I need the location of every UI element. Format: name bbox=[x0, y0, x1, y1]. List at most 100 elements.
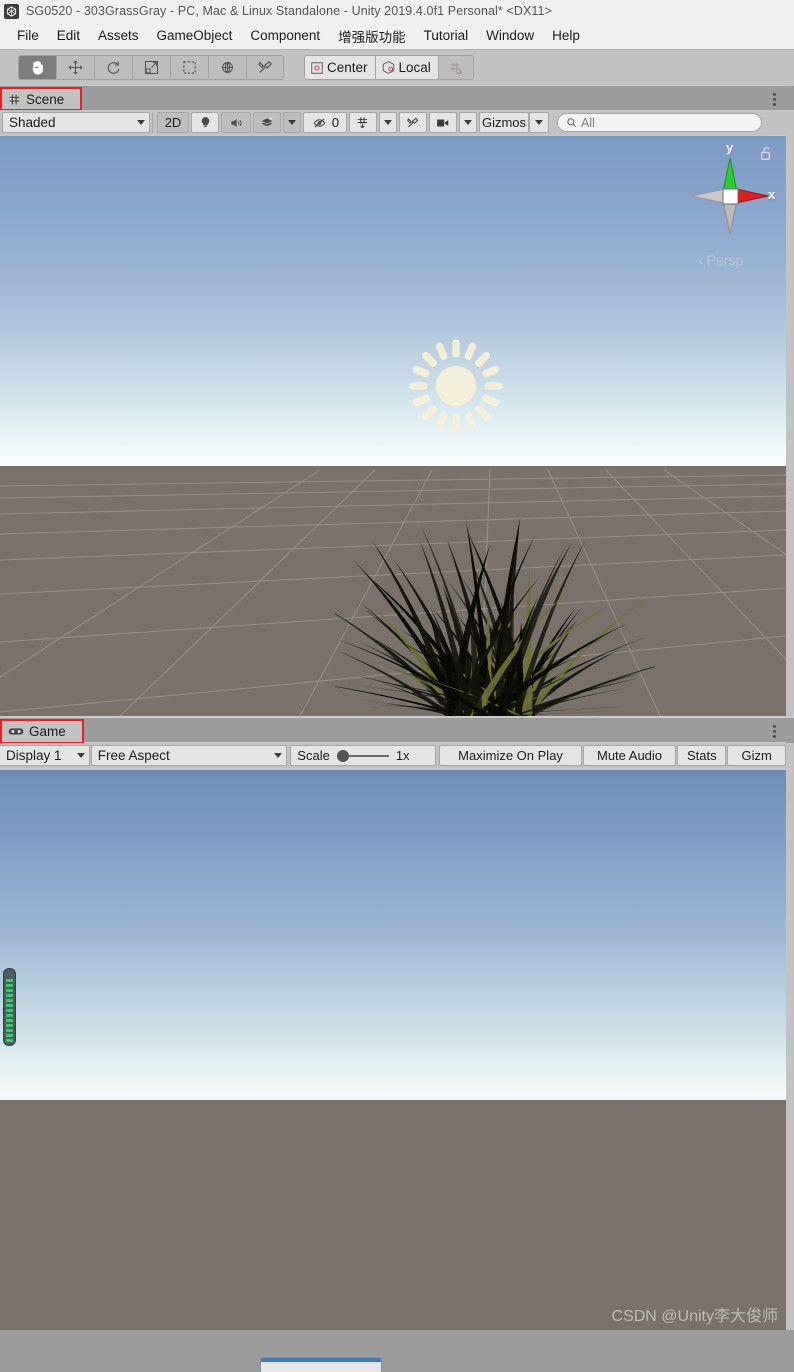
scale-slider-track[interactable] bbox=[336, 749, 389, 762]
scene-draw-mode-label: Shaded bbox=[9, 115, 56, 130]
scale-slider-handle[interactable] bbox=[336, 749, 349, 762]
gizmo-axis-x-label: x bbox=[768, 187, 776, 202]
scene-search-placeholder: All bbox=[581, 115, 595, 130]
custom-tool-button[interactable] bbox=[246, 55, 284, 80]
game-mute-audio-toggle[interactable]: Mute Audio bbox=[582, 745, 677, 766]
tab-scene[interactable]: Scene bbox=[0, 87, 83, 111]
pivot-mode-button[interactable]: Center bbox=[304, 55, 375, 80]
rotate-tool-button[interactable] bbox=[94, 55, 132, 80]
pivot-rotation-label: Local bbox=[398, 60, 431, 75]
scene-search-input[interactable]: All bbox=[557, 113, 762, 132]
scene-grid-icon bbox=[9, 94, 20, 104]
game-aspect-label: Free Aspect bbox=[97, 748, 170, 763]
chevron-down-icon bbox=[288, 120, 296, 125]
audio-speaker-icon bbox=[231, 118, 242, 127]
gizmo-projection-label[interactable]: ‹ Persp bbox=[698, 252, 743, 268]
chevron-down-icon bbox=[464, 120, 472, 125]
game-more-options-icon[interactable] bbox=[773, 725, 776, 738]
pivot-mode-label: Center bbox=[327, 60, 368, 75]
grass-object-scene[interactable] bbox=[335, 466, 655, 716]
level-meter-icon bbox=[3, 968, 16, 1046]
bottom-dock-tab[interactable] bbox=[260, 1357, 382, 1372]
grid-snap-icon bbox=[450, 62, 462, 75]
scene-grid-toggle[interactable] bbox=[349, 112, 377, 133]
scene-camera-dropdown[interactable] bbox=[459, 112, 477, 133]
game-view-render[interactable]: CSDN @Unity李大俊师 bbox=[0, 770, 786, 1330]
pivot-local-icon bbox=[382, 61, 394, 74]
game-stats-label: Stats bbox=[687, 748, 717, 763]
game-ground bbox=[0, 1100, 786, 1330]
transform-combined-tool-button[interactable] bbox=[208, 55, 246, 80]
eye-off-icon bbox=[313, 118, 326, 127]
menu-tutorial[interactable]: Tutorial bbox=[415, 26, 478, 45]
grid-snap-button[interactable] bbox=[437, 55, 474, 80]
scene-view-toolbar: Shaded 2D 0 Gizmos All bbox=[0, 110, 786, 135]
menu-edit[interactable]: Edit bbox=[48, 26, 89, 45]
game-scale-label: Scale bbox=[297, 748, 330, 763]
divider bbox=[152, 112, 153, 133]
right-rail-tabstrip bbox=[786, 86, 794, 110]
scene-2d-toggle[interactable]: 2D bbox=[157, 112, 189, 133]
grid-visibility-icon bbox=[357, 117, 368, 129]
bottom-dock-tab-highlight bbox=[261, 1358, 381, 1362]
scene-fx-toggle[interactable] bbox=[253, 112, 281, 133]
menu-enhanced[interactable]: 增强版功能 bbox=[329, 24, 415, 48]
directional-light-sun-icon[interactable] bbox=[403, 333, 509, 444]
scene-draw-mode-select[interactable]: Shaded bbox=[2, 112, 150, 133]
csdn-watermark: CSDN @Unity李大俊师 bbox=[611, 1308, 778, 1325]
game-maximize-on-play-toggle[interactable]: Maximize On Play bbox=[439, 745, 582, 766]
right-panel-rail bbox=[786, 85, 794, 716]
scene-hidden-objects-count: 0 bbox=[331, 115, 340, 130]
move-tool-button[interactable] bbox=[56, 55, 94, 80]
scene-grid-dropdown[interactable] bbox=[379, 112, 397, 133]
unity-logo-icon bbox=[4, 3, 19, 19]
pivot-rotation-button[interactable]: Local bbox=[374, 55, 438, 80]
grass-object-game[interactable] bbox=[315, 770, 495, 900]
scene-camera-button[interactable] bbox=[429, 112, 457, 133]
game-gizmos-button[interactable]: Gizm bbox=[727, 745, 786, 766]
chevron-down-icon bbox=[384, 120, 392, 125]
game-mute-audio-label: Mute Audio bbox=[596, 748, 663, 763]
menu-window[interactable]: Window bbox=[477, 26, 543, 45]
game-tab-row: Game bbox=[0, 718, 786, 744]
main-toolbar: Center Local bbox=[0, 49, 794, 85]
menu-component[interactable]: Component bbox=[241, 26, 329, 45]
chevron-down-icon bbox=[137, 120, 145, 125]
menu-assets[interactable]: Assets bbox=[89, 26, 148, 45]
scene-tools-button[interactable] bbox=[399, 112, 427, 133]
lock-open-icon[interactable] bbox=[759, 146, 772, 166]
scene-gizmos-button[interactable]: Gizmos bbox=[479, 112, 529, 133]
scene-hidden-objects-toggle[interactable]: 0 bbox=[303, 112, 347, 133]
menu-bar: File Edit Assets GameObject Component 增强… bbox=[0, 22, 794, 49]
game-gizmos-label: Gizm bbox=[741, 748, 772, 763]
scene-more-options-icon[interactable] bbox=[773, 93, 776, 106]
scene-lighting-toggle[interactable] bbox=[191, 112, 219, 133]
scene-gizmos-label: Gizmos bbox=[481, 115, 527, 130]
scene-fx-dropdown[interactable] bbox=[283, 112, 301, 133]
chevron-down-icon bbox=[274, 753, 283, 758]
gizmo-axis-y-label: y bbox=[726, 140, 734, 155]
scene-2d-label: 2D bbox=[164, 115, 182, 130]
tab-game[interactable]: Game bbox=[0, 719, 84, 744]
chevron-down-icon bbox=[76, 753, 85, 758]
scene-gizmos-dropdown[interactable] bbox=[529, 112, 549, 133]
menu-help[interactable]: Help bbox=[543, 26, 589, 45]
hand-tool-button[interactable] bbox=[18, 55, 56, 80]
rect-transform-tool-button[interactable] bbox=[170, 55, 208, 80]
scale-tool-button[interactable] bbox=[132, 55, 170, 80]
menu-gameobject[interactable]: GameObject bbox=[148, 26, 242, 45]
game-stats-toggle[interactable]: Stats bbox=[677, 745, 727, 766]
light-bulb-icon bbox=[201, 117, 209, 127]
title-bar: SG0520 - 303GrassGray - PC, Mac & Linux … bbox=[0, 0, 794, 22]
game-scale-slider[interactable]: Scale 1x bbox=[290, 745, 437, 766]
effects-icon bbox=[261, 117, 273, 127]
game-aspect-select[interactable]: Free Aspect bbox=[90, 745, 288, 766]
game-display-select[interactable]: Display 1 bbox=[0, 745, 90, 766]
scene-audio-toggle[interactable] bbox=[221, 112, 251, 133]
right-panel-rail-2 bbox=[786, 743, 794, 1330]
scene-orientation-gizmo[interactable]: y x ‹ Persp bbox=[682, 140, 778, 270]
bottom-dock-strip bbox=[0, 1330, 794, 1372]
pivot-center-icon bbox=[311, 61, 323, 74]
menu-file[interactable]: File bbox=[8, 26, 48, 45]
scene-view-render[interactable]: y x ‹ Persp bbox=[0, 136, 786, 716]
